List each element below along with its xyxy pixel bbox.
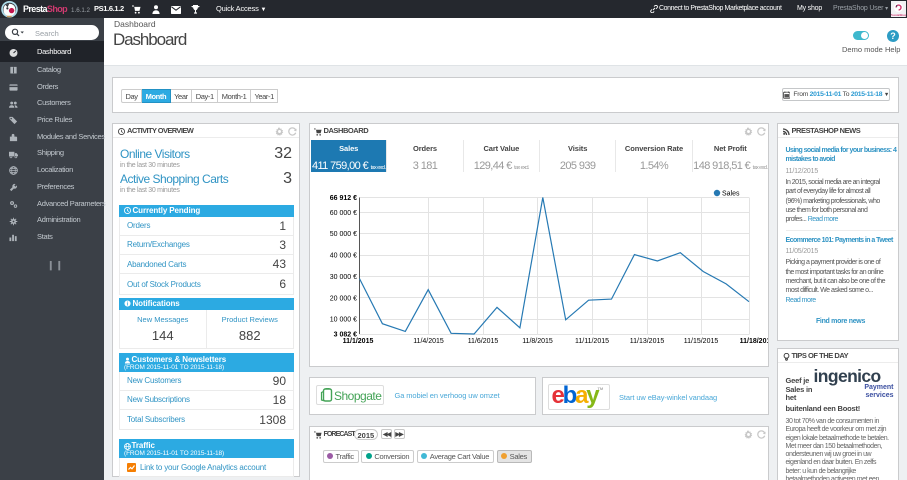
svg-text:50 000 €: 50 000 € [329, 231, 356, 238]
svg-text:11/4/2015: 11/4/2015 [413, 338, 444, 345]
svg-text:11/11/2015: 11/11/2015 [575, 338, 609, 345]
svg-text:66 912 €: 66 912 € [329, 195, 356, 202]
svg-text:11/1/2015: 11/1/2015 [342, 338, 373, 345]
svg-text:11/6/2015: 11/6/2015 [467, 338, 498, 345]
svg-text:Sales: Sales [722, 191, 740, 198]
svg-text:11/8/2015: 11/8/2015 [522, 338, 553, 345]
svg-text:10 000 €: 10 000 € [329, 317, 356, 324]
svg-text:11/13/2015: 11/13/2015 [629, 338, 664, 345]
svg-text:20 000 €: 20 000 € [329, 295, 356, 302]
svg-text:11/18/201: 11/18/201 [739, 338, 767, 345]
svg-text:11/15/2015: 11/15/2015 [683, 338, 718, 345]
svg-text:40 000 €: 40 000 € [329, 253, 356, 260]
svg-text:30 000 €: 30 000 € [329, 274, 356, 281]
svg-text:60 000 €: 60 000 € [329, 210, 356, 217]
svg-text:PrestaShop: PrestaShop [891, 13, 906, 17]
